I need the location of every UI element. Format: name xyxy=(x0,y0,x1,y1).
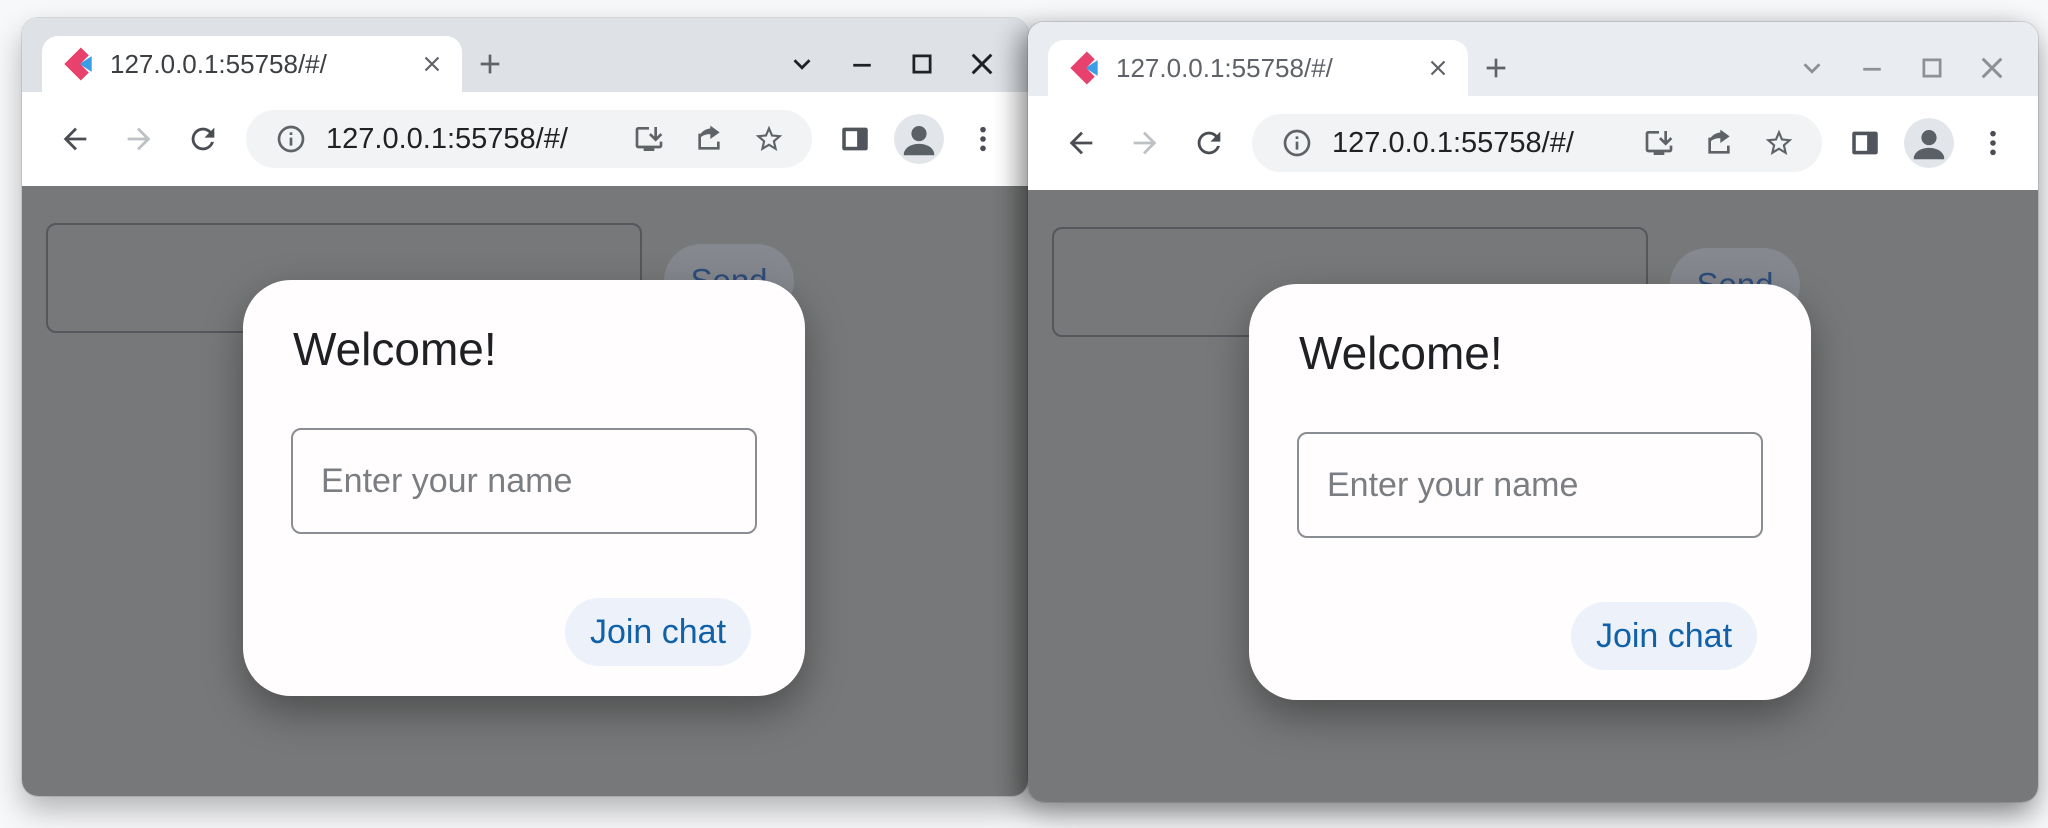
browser-window-right: 127.0.0.1:55758/#/ xyxy=(1028,22,2038,802)
minimize-button[interactable] xyxy=(832,36,892,92)
share-icon[interactable] xyxy=(1694,118,1744,168)
welcome-dialog: Welcome! Join chat xyxy=(1249,284,1811,700)
tab-strip: 127.0.0.1:55758/#/ xyxy=(1028,22,2038,96)
reload-icon[interactable] xyxy=(174,110,232,168)
tab-strip: 127.0.0.1:55758/#/ xyxy=(22,18,1028,92)
new-tab-button[interactable] xyxy=(462,36,518,92)
url-text[interactable]: 127.0.0.1:55758/#/ xyxy=(326,123,614,156)
bookmark-star-icon[interactable] xyxy=(1754,118,1804,168)
tab-search-chevron-icon[interactable] xyxy=(772,36,832,92)
url-text[interactable]: 127.0.0.1:55758/#/ xyxy=(1332,127,1624,160)
profile-avatar-icon[interactable] xyxy=(1900,114,1958,172)
browser-window-left: 127.0.0.1:55758/#/ xyxy=(22,18,1028,796)
browser-tab[interactable]: 127.0.0.1:55758/#/ xyxy=(1048,40,1468,96)
flutter-favicon-icon xyxy=(1066,50,1102,86)
maximize-button[interactable] xyxy=(1902,40,1962,96)
menu-dots-icon[interactable] xyxy=(954,110,1012,168)
tab-search-chevron-icon[interactable] xyxy=(1782,40,1842,96)
tab-close-icon[interactable] xyxy=(1418,48,1458,88)
join-chat-button[interactable]: Join chat xyxy=(1571,602,1757,670)
browser-toolbar: 127.0.0.1:55758/#/ xyxy=(22,92,1028,186)
minimize-button[interactable] xyxy=(1842,40,1902,96)
new-tab-button[interactable] xyxy=(1468,40,1524,96)
close-window-button[interactable] xyxy=(952,36,1012,92)
back-icon[interactable] xyxy=(1052,114,1110,172)
dialog-title: Welcome! xyxy=(293,322,497,376)
page-content-scrim: Send Welcome! Join chat xyxy=(1028,190,2038,802)
bookmark-star-icon[interactable] xyxy=(744,114,794,164)
address-bar[interactable]: 127.0.0.1:55758/#/ xyxy=(246,110,812,168)
tab-close-icon[interactable] xyxy=(412,44,452,84)
install-app-icon[interactable] xyxy=(624,114,674,164)
page-content-scrim: Send Welcome! Join chat xyxy=(22,186,1028,796)
menu-dots-icon[interactable] xyxy=(1964,114,2022,172)
back-icon[interactable] xyxy=(46,110,104,168)
profile-avatar-icon[interactable] xyxy=(890,110,948,168)
reload-icon[interactable] xyxy=(1180,114,1238,172)
name-input[interactable] xyxy=(291,428,757,534)
tab-title: 127.0.0.1:55758/#/ xyxy=(110,49,398,80)
dialog-title: Welcome! xyxy=(1299,326,1503,380)
share-icon[interactable] xyxy=(684,114,734,164)
tab-title: 127.0.0.1:55758/#/ xyxy=(1116,53,1404,84)
browser-toolbar: 127.0.0.1:55758/#/ xyxy=(1028,96,2038,190)
join-chat-button[interactable]: Join chat xyxy=(565,598,751,666)
close-window-button[interactable] xyxy=(1962,40,2022,96)
browser-tab[interactable]: 127.0.0.1:55758/#/ xyxy=(42,36,462,92)
forward-icon[interactable] xyxy=(110,110,168,168)
site-info-icon[interactable] xyxy=(266,114,316,164)
welcome-dialog: Welcome! Join chat xyxy=(243,280,805,696)
maximize-button[interactable] xyxy=(892,36,952,92)
site-info-icon[interactable] xyxy=(1272,118,1322,168)
name-input[interactable] xyxy=(1297,432,1763,538)
flutter-favicon-icon xyxy=(60,46,96,82)
forward-icon[interactable] xyxy=(1116,114,1174,172)
install-app-icon[interactable] xyxy=(1634,118,1684,168)
side-panel-icon[interactable] xyxy=(1836,114,1894,172)
address-bar[interactable]: 127.0.0.1:55758/#/ xyxy=(1252,114,1822,172)
side-panel-icon[interactable] xyxy=(826,110,884,168)
